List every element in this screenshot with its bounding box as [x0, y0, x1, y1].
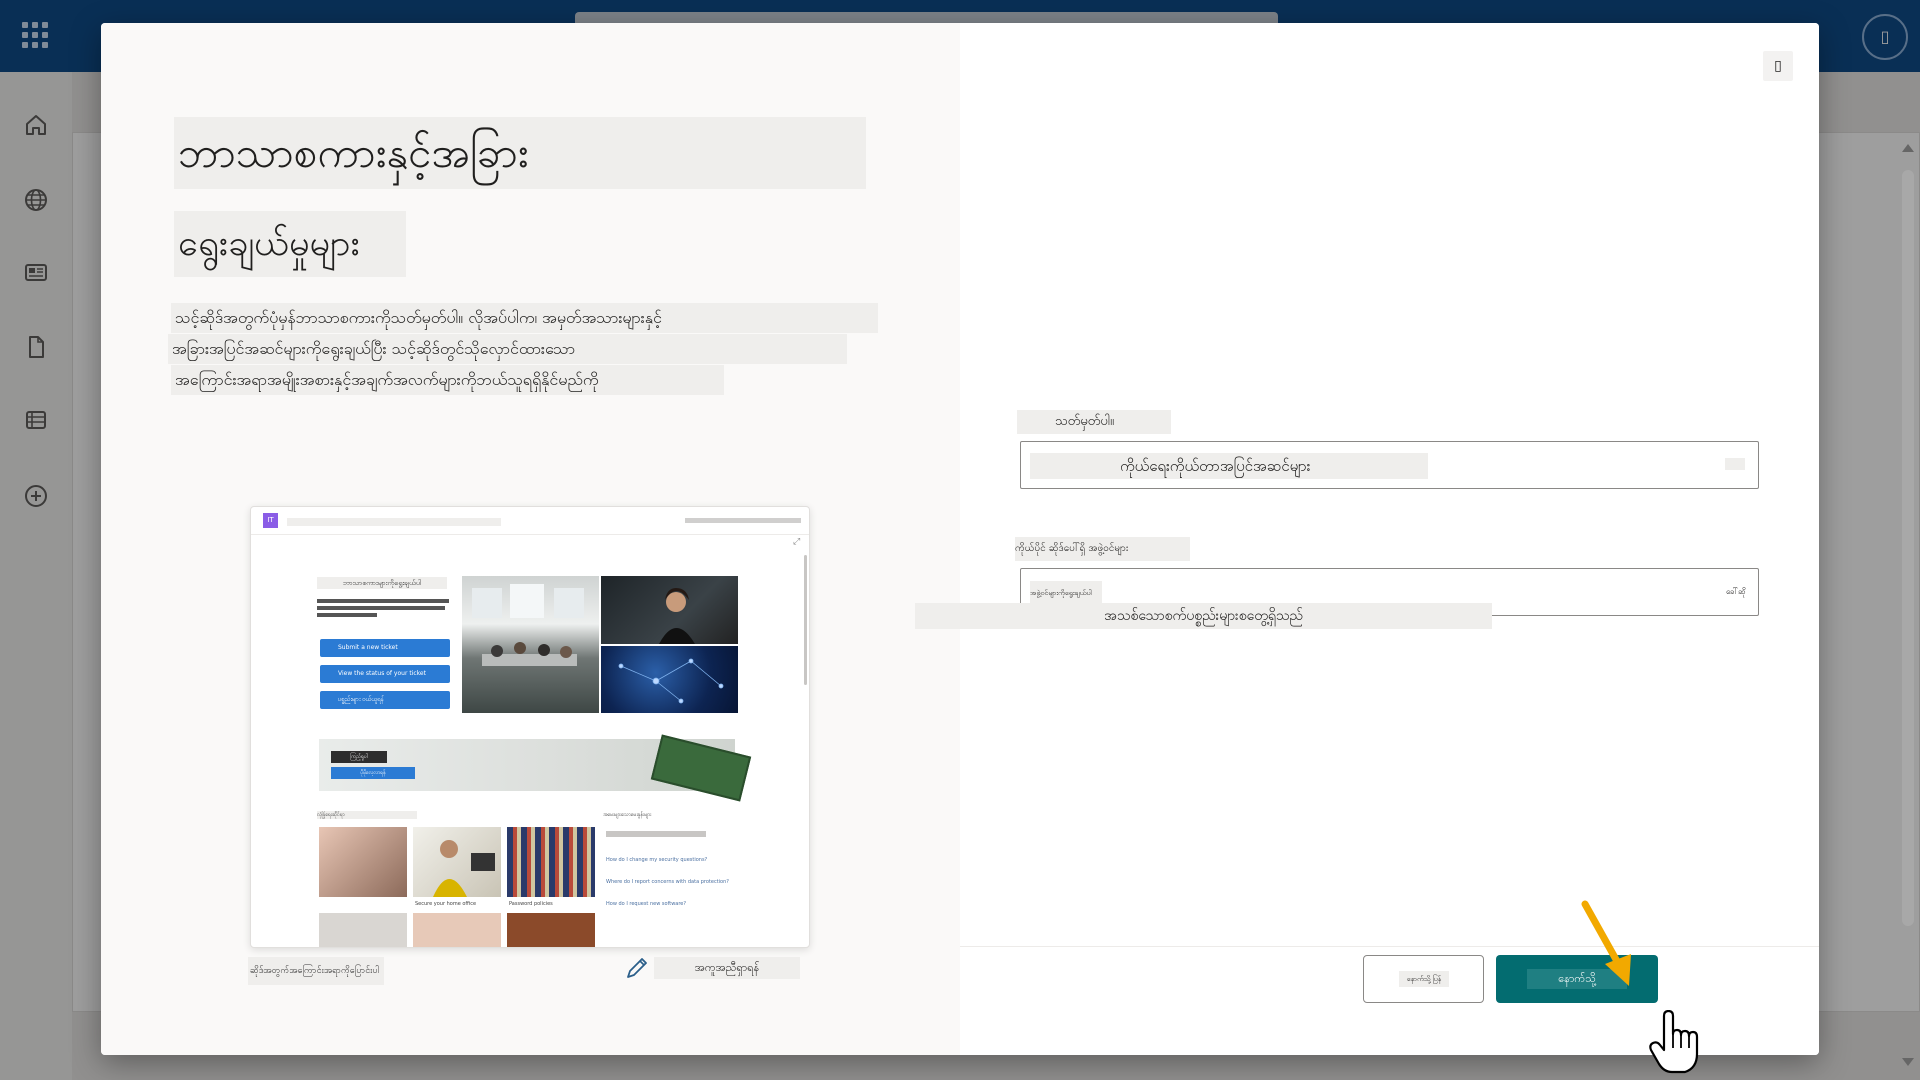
- members-input-value: အဖွဲ့ဝင်များကိုရွေးချယ်ပါ: [1030, 581, 1102, 605]
- preview-text-line: [317, 613, 377, 617]
- preview-faq-title: အမေးများသောမေးခွန်းများ: [603, 812, 652, 818]
- preview-network-photo: [601, 646, 738, 713]
- hand-cursor-icon: [1649, 1010, 1699, 1074]
- preview-person-photo: [601, 576, 738, 644]
- preview-faq-item: Where do I report concerns with data pro…: [606, 879, 729, 885]
- preview-site-logo: IT: [263, 513, 278, 528]
- preview-banner-button: ပိုမိုလေ့လာရန်: [331, 767, 415, 779]
- preview-nav-bar: [287, 518, 501, 526]
- close-icon[interactable]: ▯: [1763, 51, 1793, 81]
- preview-faq-item: How do I change my security questions?: [606, 857, 708, 863]
- preview-expand-icon: ⤢: [793, 537, 801, 547]
- description-line: အကြောင်းအရာအမျိုးအစားနှင့်အချက်အလက်များက…: [171, 365, 724, 395]
- language-dropdown[interactable]: ကိုယ်ရေးကိုယ်တာအပြင်အဆင်များ: [1020, 441, 1759, 489]
- members-field-label: ကိုယ်ပိုင် ဆိုဒ်ပေါ်ရှိ အဖွဲ့ဝင်များ: [1015, 537, 1190, 561]
- preview-section-title: လုံခြုံရေးဆိုင်ရာ: [317, 811, 417, 819]
- preview-heading: ဘာသာစကားများကိုရွေးချယ်ပါ: [317, 577, 447, 589]
- preview-text-line: [317, 599, 449, 603]
- callout-arrow-icon: [1581, 900, 1631, 986]
- results-status-text: အသစ်သောစက်ပစ္စည်းများစတွေ့ရှိသည်: [915, 603, 1492, 629]
- preview-tile-image: [413, 913, 501, 947]
- preview-button: ပစ္စည်းများ ဝယ်ယူရန်: [320, 691, 450, 709]
- language-dropdown-value: ကိုယ်ရေးကိုယ်တာအပြင်အဆင်များ: [1030, 453, 1428, 479]
- preview-faq-subtitle: [606, 831, 706, 837]
- preview-scrollbar: [804, 555, 807, 685]
- chevron-down-icon: [1725, 458, 1745, 470]
- page-scrollbar[interactable]: [1896, 136, 1920, 1080]
- preview-tile-image: [319, 913, 407, 947]
- preview-header: IT: [251, 507, 809, 535]
- site-preview-image: IT ⤢ ဘာသာစကားများကိုရွေးချယ်ပါ Submit a …: [250, 506, 810, 948]
- preview-text-line: [317, 606, 445, 610]
- preview-tile-caption: Password policies: [509, 901, 553, 907]
- language-field-label: သတ်မှတ်ပါ။: [1017, 410, 1171, 434]
- preview-tile-image: [413, 827, 501, 897]
- members-input-action[interactable]: ခေါ်ဆို: [1726, 586, 1746, 598]
- preview-circuit-board-image: [650, 734, 752, 802]
- preview-faq-item: How do I request new software?: [606, 901, 687, 907]
- pencil-icon[interactable]: [624, 955, 650, 981]
- dialog-subtitle: ရွေးချယ်မှုများ: [174, 211, 406, 277]
- scroll-up-arrow-icon[interactable]: [1902, 144, 1914, 152]
- description-line: သင့်ဆိုဒ်အတွက်ပုံမှန်ဘာသာစကားကိုသတ်မှတ်ပ…: [171, 303, 878, 333]
- back-button[interactable]: နောက်သို့ပြန်: [1363, 955, 1484, 1003]
- preview-header-actions: [685, 518, 801, 523]
- preview-tile-image: [507, 827, 595, 897]
- preview-footnote: ဆိုဒ်အတွက်အကြောင်းအရာကိုပြောင်းပါ: [248, 957, 384, 985]
- preview-button: View the status of your ticket: [320, 665, 450, 683]
- scroll-down-arrow-icon[interactable]: [1902, 1058, 1914, 1066]
- preview-tile-image: [507, 913, 595, 947]
- preview-tile-caption: Secure your home office: [415, 901, 477, 907]
- preview-hero-banner: ကြည့်ရှုပါ ပိုမိုလေ့လာရန်: [319, 734, 752, 802]
- scrollbar-thumb[interactable]: [1902, 170, 1914, 926]
- preview-office-photo: [462, 576, 599, 713]
- language-settings-dialog: ဘာသာစကားနှင့်အခြား ရွေးချယ်မှုများ သင့်ဆ…: [101, 23, 1819, 1055]
- help-link[interactable]: အကူအညီရှာရန်: [654, 957, 800, 979]
- back-button-label: နောက်သို့ပြန်: [1399, 971, 1449, 987]
- preview-tile-image: [319, 827, 407, 897]
- footer-divider: [960, 946, 1819, 947]
- preview-banner-chip: ကြည့်ရှုပါ: [331, 751, 387, 763]
- dialog-info-pane: ဘာသာစကားနှင့်အခြား ရွေးချယ်မှုများ သင့်ဆ…: [101, 23, 960, 1055]
- preview-button: Submit a new ticket: [320, 639, 450, 657]
- description-line: အခြားအပြင်အဆင်များကိုရွေးချယ်ပြီး သင့်ဆိ…: [168, 334, 847, 364]
- dialog-title: ဘာသာစကားနှင့်အခြား: [174, 117, 866, 189]
